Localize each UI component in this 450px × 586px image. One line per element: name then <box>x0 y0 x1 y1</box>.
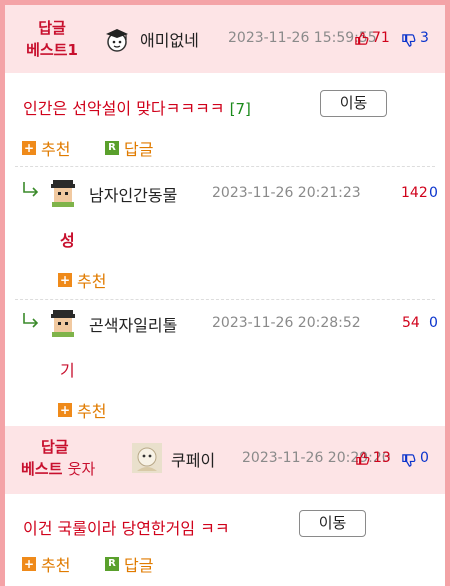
downvote-count: 0 <box>429 315 438 331</box>
timestamp: 2023-11-26 20:28:52 <box>212 315 361 331</box>
best-badge-line2: 베스트1 <box>26 41 78 59</box>
upvote-count: 13 <box>373 450 391 466</box>
comment-text: 인간은 선악설이 맞다ㅋㅋㅋㅋ <box>23 99 225 118</box>
recommend-label: 추천 <box>77 272 107 291</box>
comment-text: 이건 국룰이라 당연한거임 ㅋㅋ <box>23 519 230 538</box>
reply-arrow-icon <box>23 313 39 328</box>
best-badge-line2: 베스트 <box>21 460 63 478</box>
thumbs-up-icon[interactable] <box>354 31 369 46</box>
plus-icon: + <box>22 141 36 155</box>
divider <box>15 299 435 300</box>
thumbs-down-icon[interactable] <box>401 33 416 48</box>
best-comment-header: 답글 베스트1 애미없네 2023-11-26 15:59:55 71 3 <box>5 5 445 73</box>
pixel-avatar-icon <box>51 180 75 207</box>
reply-arrow-icon <box>23 182 39 197</box>
upvote-count: 71 <box>372 30 390 46</box>
comment-list: 답글 베스트1 애미없네 2023-11-26 15:59:55 71 3 인간… <box>0 0 450 586</box>
downvote-count: 0 <box>420 450 429 466</box>
divider <box>15 166 435 167</box>
nickname[interactable]: 애미없네 <box>140 27 199 51</box>
best-badge: 답글 베스트 웃자 <box>13 436 125 480</box>
move-button[interactable]: 이동 <box>299 510 366 537</box>
reply-button[interactable]: R 답글 <box>105 552 153 576</box>
reply-count: [7] <box>229 100 251 118</box>
avatar[interactable] <box>132 443 162 473</box>
plus-icon: + <box>22 557 36 571</box>
avatar[interactable] <box>103 25 131 53</box>
recommend-label: 추천 <box>41 556 71 575</box>
pixel-avatar-icon <box>51 310 75 337</box>
nickname[interactable]: 남자인간동물 <box>89 182 177 206</box>
recommend-label: 추천 <box>77 402 107 421</box>
recommend-button[interactable]: + 추천 <box>22 552 70 576</box>
comment-body: 기 <box>60 361 75 380</box>
best-badge-suffix: 웃자 <box>67 460 96 478</box>
upvote-count: 54 <box>402 315 420 331</box>
comment-body: 이건 국룰이라 당연한거임 ㅋㅋ <box>23 515 230 539</box>
thumbs-up-icon[interactable] <box>355 451 370 466</box>
move-button[interactable]: 이동 <box>320 90 387 117</box>
graduate-avatar-icon <box>106 29 128 52</box>
thumbs-down-icon[interactable] <box>401 453 416 468</box>
best-badge-line1: 답글 <box>38 19 66 37</box>
plus-icon: + <box>58 273 72 287</box>
nickname[interactable]: 쿠페이 <box>171 447 215 471</box>
reply-label: 답글 <box>124 140 154 159</box>
recommend-button[interactable]: + 추천 <box>58 398 106 422</box>
best-comment-header: 답글 베스트 웃자 쿠페이 2023-11-26 20:29:20 13 0 <box>5 426 445 494</box>
reply-r-icon: R <box>105 141 119 155</box>
downvote-count: 0 <box>429 185 438 201</box>
reply-r-icon: R <box>105 557 119 571</box>
recommend-button[interactable]: + 추천 <box>22 136 70 160</box>
comment-body: 성 <box>60 231 75 250</box>
reply-label: 답글 <box>124 556 154 575</box>
nickname[interactable]: 곤색자일리톨 <box>89 312 177 336</box>
timestamp: 2023-11-26 20:21:23 <box>212 185 361 201</box>
best-badge-line1: 답글 <box>41 438 69 456</box>
photo-avatar-icon <box>132 443 162 473</box>
comment-body: 인간은 선악설이 맞다ㅋㅋㅋㅋ [7] <box>23 95 251 119</box>
best-badge: 답글 베스트1 <box>13 17 91 61</box>
recommend-button[interactable]: + 추천 <box>58 268 106 292</box>
upvote-count: 142 <box>401 185 428 201</box>
recommend-label: 추천 <box>41 140 71 159</box>
plus-icon: + <box>58 403 72 417</box>
avatar[interactable] <box>48 177 76 207</box>
downvote-count: 3 <box>420 30 429 46</box>
reply-button[interactable]: R 답글 <box>105 136 153 160</box>
avatar[interactable] <box>48 307 76 337</box>
